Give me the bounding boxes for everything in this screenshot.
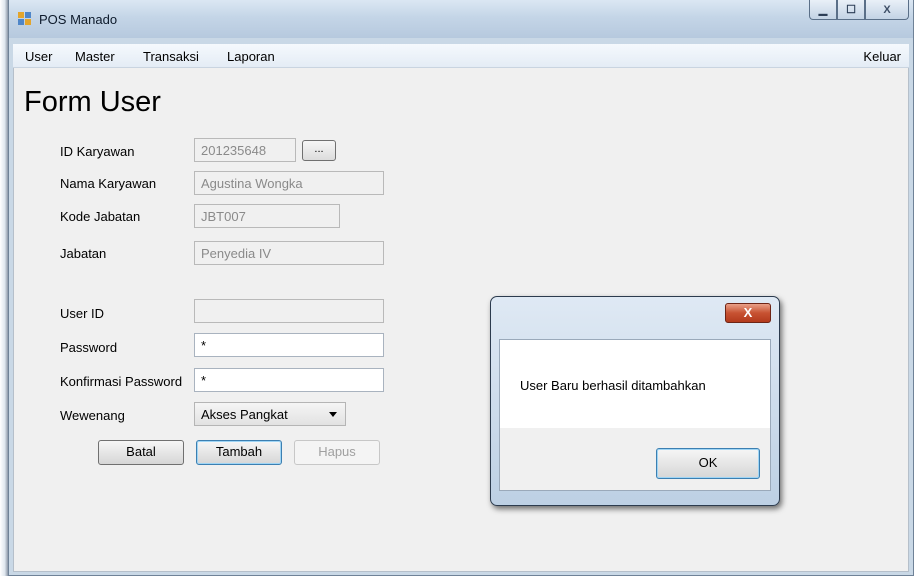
title-bar: POS Manado ▁ ☐ X — [9, 0, 913, 38]
dialog-message: User Baru berhasil ditambahkan — [520, 378, 706, 393]
page-title: Form User — [24, 86, 161, 118]
desktop-edge — [0, 0, 8, 576]
jabatan-label: Jabatan — [60, 246, 107, 261]
user-id-field[interactable] — [194, 299, 384, 323]
dialog-close-button[interactable]: X — [725, 303, 771, 323]
wewenang-label: Wewenang — [60, 408, 125, 423]
jabatan-field[interactable]: Penyedia IV — [194, 241, 384, 265]
menu-bar: User Master Transaksi Laporan Keluar — [13, 44, 909, 68]
menu-transaksi[interactable]: Transaksi — [143, 49, 199, 64]
chevron-down-icon[interactable] — [329, 412, 337, 417]
wewenang-select[interactable]: Akses Pangkat — [194, 402, 346, 426]
menu-user[interactable]: User — [25, 49, 52, 64]
user-id-label: User ID — [60, 306, 105, 321]
minimize-button[interactable]: ▁ — [809, 0, 837, 20]
konfirmasi-password-label: Konfirmasi Password — [60, 374, 183, 389]
dialog-message-area: User Baru berhasil ditambahkan — [500, 340, 770, 428]
tambah-button[interactable]: Tambah — [196, 440, 282, 465]
id-karyawan-label: ID Karyawan — [60, 144, 135, 159]
dialog-body: User Baru berhasil ditambahkan OK — [499, 339, 771, 491]
maximize-button[interactable]: ☐ — [837, 0, 865, 20]
app-icon — [17, 11, 33, 27]
menu-master[interactable]: Master — [75, 49, 115, 64]
menu-laporan[interactable]: Laporan — [227, 49, 275, 64]
window-title: POS Manado — [39, 12, 118, 27]
menu-keluar[interactable]: Keluar — [863, 49, 901, 64]
wewenang-selected-value: Akses Pangkat — [201, 407, 288, 422]
browse-karyawan-button[interactable]: ... — [302, 140, 336, 161]
hapus-button[interactable]: Hapus — [294, 440, 380, 465]
password-label: Password — [60, 340, 118, 355]
konfirmasi-password-field[interactable]: * — [194, 368, 384, 392]
id-karyawan-field[interactable]: 201235648 — [194, 138, 296, 162]
close-button[interactable]: X — [865, 0, 909, 20]
batal-button[interactable]: Batal — [98, 440, 184, 465]
window-controls: ▁ ☐ X — [809, 0, 909, 20]
message-dialog: X User Baru berhasil ditambahkan OK — [490, 296, 780, 506]
nama-karyawan-label: Nama Karyawan — [60, 176, 157, 191]
kode-jabatan-field[interactable]: JBT007 — [194, 204, 340, 228]
ok-button[interactable]: OK — [656, 448, 760, 479]
nama-karyawan-field[interactable]: Agustina Wongka — [194, 171, 384, 195]
password-field[interactable]: * — [194, 333, 384, 357]
kode-jabatan-label: Kode Jabatan — [60, 209, 141, 224]
